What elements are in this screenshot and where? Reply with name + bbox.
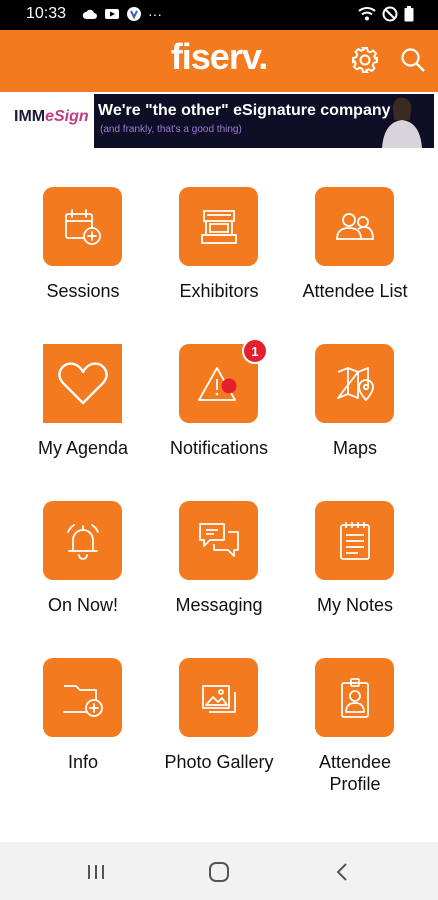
search-icon (401, 48, 425, 72)
tile-info-icon-box (43, 658, 122, 737)
tile-notifications-label: Notifications (169, 438, 269, 458)
tile-attendee-list-label: Attendee List (302, 281, 408, 301)
tile-attendee-list[interactable]: Attendee List (285, 160, 425, 301)
folder-add-icon (62, 684, 103, 717)
id-badge-icon (340, 677, 369, 718)
people-icon (335, 212, 374, 240)
tile-exhibitors-label: Exhibitors (179, 281, 259, 301)
photos-icon (201, 684, 236, 713)
tile-attendee-list-icon-box (315, 187, 394, 266)
home-icon (209, 862, 229, 882)
notepad-icon (339, 521, 370, 560)
tile-messaging-icon-box (179, 501, 258, 580)
tile-sessions[interactable]: Sessions (13, 160, 153, 301)
cloud-icon (82, 9, 97, 19)
tile-sessions-label: Sessions (46, 281, 120, 301)
calendar-add-icon (64, 208, 101, 245)
tile-on-now-icon-box (43, 501, 122, 580)
recent-apps-button[interactable] (76, 856, 116, 888)
tile-sessions-icon-box (43, 187, 122, 266)
booth-icon (200, 209, 237, 244)
settings-button[interactable] (348, 43, 382, 77)
heart-icon (57, 361, 108, 404)
youtube-icon (105, 9, 119, 19)
map-pin-icon (336, 366, 374, 401)
status-time: 10:33 (26, 5, 67, 22)
immesign-logo: IMMeSign (14, 108, 89, 125)
tile-photo-gallery-label: Photo Gallery (164, 752, 274, 772)
ad-banner[interactable]: IMMeSign We're "the other" eSignature co… (4, 94, 434, 148)
gear-icon (352, 47, 378, 73)
tile-info[interactable]: Info (13, 631, 153, 772)
system-nav-bar (0, 842, 438, 900)
tile-my-agenda[interactable]: My Agenda (13, 317, 153, 458)
tile-attendee-profile[interactable]: Attendee Profile (285, 631, 425, 794)
back-chevron-icon (336, 863, 347, 881)
tile-maps-label: Maps (332, 438, 377, 458)
app-header: fiserv. (0, 30, 438, 92)
status-notification-icons: ··· (82, 6, 162, 22)
app-notification-icon (127, 7, 141, 21)
tile-notifications[interactable]: 1 Notifications (149, 317, 289, 458)
wifi-icon (358, 7, 376, 21)
do-not-disturb-icon (382, 6, 398, 22)
status-system-icons (358, 6, 414, 22)
chat-bubbles-icon (198, 522, 239, 557)
tile-maps-icon-box (315, 344, 394, 423)
home-button[interactable] (199, 856, 239, 888)
banner-person-image (382, 97, 422, 148)
tile-maps[interactable]: Maps (285, 317, 425, 458)
tile-my-notes[interactable]: My Notes (285, 474, 425, 615)
search-button[interactable] (396, 43, 430, 77)
tile-on-now-label: On Now! (47, 595, 119, 615)
warning-icon (197, 366, 236, 401)
tile-info-label: Info (67, 752, 99, 772)
status-bar: 10:33 ··· (0, 0, 438, 30)
notification-count-badge: 1 (242, 338, 268, 364)
tile-messaging[interactable]: Messaging (149, 474, 289, 615)
back-button[interactable] (322, 856, 362, 888)
banner-logo-area: IMMeSign (4, 94, 94, 148)
tile-exhibitors[interactable]: Exhibitors (149, 160, 289, 301)
tile-my-notes-icon-box (315, 501, 394, 580)
tile-photo-gallery-icon-box (179, 658, 258, 737)
tile-messaging-label: Messaging (175, 595, 263, 615)
recent-apps-icon (88, 865, 104, 879)
tile-on-now[interactable]: On Now! (13, 474, 153, 615)
banner-subline: (and frankly, that's a good thing) (100, 124, 242, 135)
banner-headline: We're "the other" eSignature company (98, 102, 391, 119)
tile-exhibitors-icon-box (179, 187, 258, 266)
bell-ringing-icon (66, 523, 99, 560)
battery-icon (404, 6, 414, 22)
tile-my-agenda-icon-box (43, 344, 122, 423)
tile-photo-gallery[interactable]: Photo Gallery (149, 631, 289, 772)
more-notifications-icon: ··· (148, 6, 162, 22)
tile-my-notes-label: My Notes (316, 595, 394, 615)
tile-my-agenda-label: My Agenda (37, 438, 129, 458)
tile-attendee-profile-icon-box (315, 658, 394, 737)
tile-attendee-profile-label: Attendee Profile (318, 752, 392, 794)
